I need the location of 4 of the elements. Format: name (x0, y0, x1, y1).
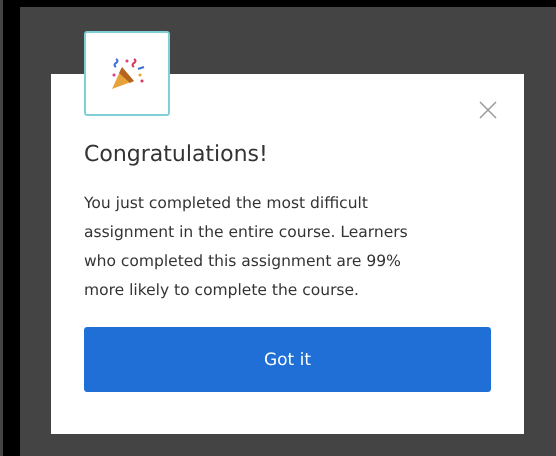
close-icon[interactable] (479, 101, 497, 119)
dialog-title: Congratulations! (84, 142, 269, 167)
got-it-button[interactable]: Got it (84, 327, 491, 392)
dialog-message: You just completed the most difficult assignment in the entire course. Learners who completed this assignment are 99% more likely to complete the course. (84, 193, 409, 301)
